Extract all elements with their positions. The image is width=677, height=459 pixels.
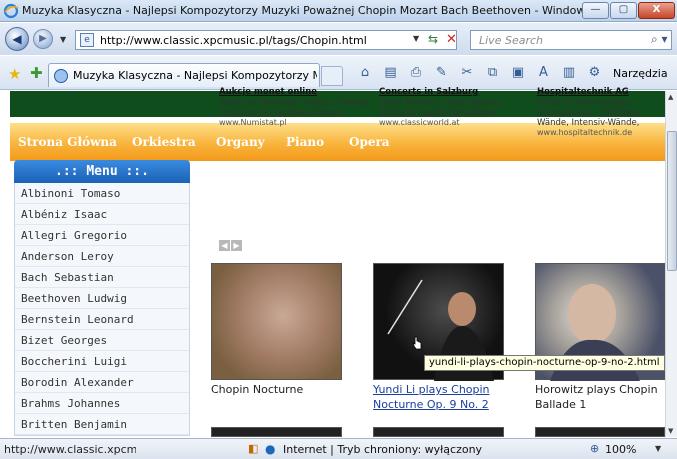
ad-navigation: ◀ ▶ xyxy=(219,238,243,251)
tab-bar: ★ ✚ Muzyka Klasyczna - Najlepsi Kompozyt… xyxy=(0,56,677,90)
composer-link[interactable]: Anderson Leroy xyxy=(15,246,189,267)
ad-next-icon[interactable]: ▶ xyxy=(231,240,242,251)
paste-icon[interactable]: ▣ xyxy=(509,65,527,81)
tab-ie-icon xyxy=(54,69,68,83)
command-toolbar: ⌂ ▤ ⎙ ✎ ✂ ⧉ ▣ A ▥ ⚙ Narzędzia xyxy=(356,65,668,85)
video-title-link[interactable]: Yundi Li plays Chopin Nocturne Op. 9 No.… xyxy=(373,382,503,412)
video-title[interactable]: Horowitz plays Chopin Ballade 1 xyxy=(535,382,665,412)
zoom-icon[interactable]: ⊕ xyxy=(590,442,599,455)
composer-link[interactable]: Bach Sebastian xyxy=(15,267,189,288)
composer-link[interactable]: Bernstein Leonard xyxy=(15,309,189,330)
ad-title[interactable]: Hospitaltechnik AG xyxy=(537,87,664,97)
forward-arrow-icon: ▶ xyxy=(39,33,47,44)
edit-icon[interactable]: ✎ xyxy=(433,65,451,81)
cut-icon[interactable]: ✂ xyxy=(458,65,476,81)
navigation-bar: ◀ ▶ ▼ e http://www.classic.xpcmusic.pl/t… xyxy=(0,23,677,55)
tools-menu[interactable]: Narzędzia xyxy=(613,67,668,80)
composer-link[interactable]: Bizet Georges xyxy=(15,330,189,351)
security-zone[interactable]: Internet | Tryb chroniony: wyłączony xyxy=(283,443,482,456)
composer-list: Albinoni Tomaso Albéniz Isaac Allegri Gr… xyxy=(14,183,190,436)
zoom-dropdown-icon[interactable]: ▼ xyxy=(655,444,661,453)
back-button[interactable]: ◀ xyxy=(5,27,29,51)
new-tab-button[interactable] xyxy=(321,66,343,86)
video-thumbnail[interactable] xyxy=(373,427,504,437)
tab-label: Muzyka Klasyczna - Najlepsi Kompozytorzy… xyxy=(73,69,317,82)
composer-link[interactable]: Brahms Johannes xyxy=(15,393,189,414)
scroll-thumb[interactable] xyxy=(667,131,677,271)
research-icon[interactable]: ▥ xyxy=(560,65,578,81)
ad-url[interactable]: www.hospitaltechnik.de xyxy=(537,128,664,137)
status-bar: http://www.classic.xpcmus ◧ ● Internet |… xyxy=(0,438,677,459)
composer-link[interactable]: Borodin Alexander xyxy=(15,372,189,393)
globe-icon: ● xyxy=(265,442,276,456)
ad-body: Wejdź na Numistat: aukcje, katalog ceny … xyxy=(219,98,370,118)
favorites-star-icon[interactable]: ★ xyxy=(8,65,21,83)
video-thumbnail[interactable] xyxy=(535,427,665,437)
browser-tab[interactable]: Muzyka Klasyczna - Najlepsi Kompozytorzy… xyxy=(48,63,320,87)
ad-url[interactable]: www.classicworld.at xyxy=(379,118,529,127)
composer-link[interactable]: Britten Benjamin xyxy=(15,414,189,435)
vertical-scrollbar[interactable]: ▲ ▼ xyxy=(665,91,677,437)
print-icon[interactable]: ⎙ xyxy=(407,65,425,81)
ad-block: Aukcje monet online Wejdź na Numistat: a… xyxy=(209,87,664,147)
menu-strona-glowna[interactable]: Strona Główna xyxy=(18,135,117,149)
page-icon: e xyxy=(80,33,94,47)
font-icon[interactable]: A xyxy=(535,65,553,81)
address-bar[interactable]: e http://www.classic.xpcmusic.pl/tags/Ch… xyxy=(75,30,457,50)
scroll-down-icon[interactable]: ▼ xyxy=(668,427,673,435)
recent-pages-dropdown-icon[interactable]: ▼ xyxy=(60,35,66,44)
copy-icon[interactable]: ⧉ xyxy=(484,65,502,81)
window-title: Muzyka Klasyczna - Najlepsi Kompozytorzy… xyxy=(22,4,582,17)
composer-link[interactable]: Albinoni Tomaso xyxy=(15,183,189,204)
maximize-button[interactable]: ▢ xyxy=(610,2,637,19)
address-dropdown-icon[interactable]: ▼ xyxy=(413,34,419,43)
back-arrow-icon: ◀ xyxy=(12,32,22,46)
ad-item[interactable]: Hospitaltechnik AG Profis im Krankenhaus… xyxy=(537,87,664,137)
search-icon[interactable]: ⌕ ▾ xyxy=(651,32,668,47)
ad-body: Enjoy Mozart's most beloved works by can… xyxy=(379,98,502,118)
search-box[interactable]: Live Search ⌕ ▾ xyxy=(470,30,672,50)
hand-cursor-icon xyxy=(412,336,422,350)
address-url[interactable]: http://www.classic.xpcmusic.pl/tags/Chop… xyxy=(100,34,367,47)
minimize-button[interactable]: — xyxy=(582,2,609,19)
security-warning-icon[interactable]: ◧ xyxy=(248,442,258,455)
composer-link[interactable]: Albéniz Isaac xyxy=(15,204,189,225)
forward-button[interactable]: ▶ xyxy=(33,29,53,49)
ad-title[interactable]: Aukcje monet online xyxy=(219,87,374,97)
video-title[interactable]: Chopin Nocturne xyxy=(211,382,341,397)
ad-body: Profis im Krankenhaus-Innenausbau - OP-T… xyxy=(537,98,641,128)
composer-sidebar: .:: Menu ::. Albinoni Tomaso Albéniz Isa… xyxy=(14,160,190,437)
ad-item[interactable]: Concerts in Salzburg Enjoy Mozart's most… xyxy=(379,87,529,127)
home-icon[interactable]: ⌂ xyxy=(356,65,374,81)
video-thumbnail[interactable] xyxy=(211,427,342,437)
video-thumbnail[interactable] xyxy=(211,263,342,380)
ie-logo-icon xyxy=(3,3,19,19)
ad-item[interactable]: Aukcje monet online Wejdź na Numistat: a… xyxy=(219,87,374,127)
ad-prev-icon[interactable]: ◀ xyxy=(219,240,230,251)
sidebar-title: .:: Menu ::. xyxy=(14,160,190,183)
link-tooltip: yundi-li-plays-chopin-nocturne-op-9-no-2… xyxy=(424,355,665,371)
close-button[interactable]: X xyxy=(638,2,675,19)
ad-title[interactable]: Concerts in Salzburg xyxy=(379,87,529,97)
status-url: http://www.classic.xpcmus xyxy=(4,443,136,456)
tools-gear-icon[interactable]: ⚙ xyxy=(586,65,604,81)
refresh-icon[interactable]: ⇆ xyxy=(428,32,442,46)
zoom-level[interactable]: 100% xyxy=(605,443,636,456)
stop-icon[interactable]: ✕ xyxy=(446,32,458,47)
menu-orkiestra[interactable]: Orkiestra xyxy=(132,135,196,149)
composer-link[interactable]: Beethoven Ludwig xyxy=(15,288,189,309)
scroll-up-icon[interactable]: ▲ xyxy=(668,93,673,101)
search-placeholder: Live Search xyxy=(479,34,543,47)
composer-link[interactable]: Boccherini Luigi xyxy=(15,351,189,372)
window-titlebar: Muzyka Klasyczna - Najlepsi Kompozytorzy… xyxy=(0,0,677,22)
feeds-icon[interactable]: ▤ xyxy=(382,65,400,81)
ad-url[interactable]: www.Numistat.pl xyxy=(219,118,374,127)
composer-link[interactable]: Allegri Gregorio xyxy=(15,225,189,246)
add-favorite-icon[interactable]: ✚ xyxy=(30,64,43,82)
